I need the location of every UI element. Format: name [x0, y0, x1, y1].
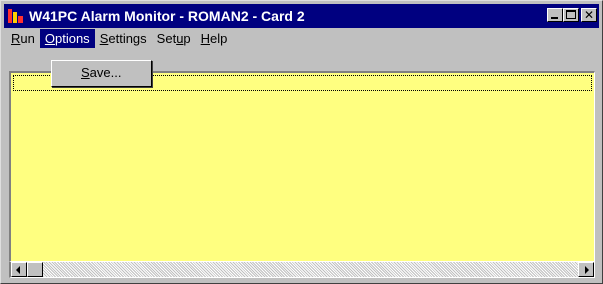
- arrow-right-icon: [585, 266, 589, 274]
- scroll-right-button[interactable]: [578, 262, 594, 277]
- menu-settings[interactable]: Settings: [95, 29, 152, 48]
- close-button[interactable]: ✕: [581, 8, 597, 22]
- alarm-list-area[interactable]: [9, 71, 595, 262]
- window-title: W41PC Alarm Monitor - ROMAN2 - Card 2: [29, 8, 305, 24]
- menu-item-save[interactable]: Save...: [54, 63, 149, 83]
- window-controls: ✕: [547, 8, 597, 22]
- menu-setup[interactable]: Setup: [152, 29, 196, 48]
- minimize-button[interactable]: [547, 8, 563, 22]
- minimize-icon: [551, 17, 558, 19]
- menu-options[interactable]: Options: [39, 29, 95, 48]
- maximize-button[interactable]: [563, 8, 579, 22]
- maximize-icon: [566, 10, 576, 19]
- close-icon: ✕: [583, 8, 595, 22]
- scroll-left-button[interactable]: [11, 262, 27, 277]
- title-bar[interactable]: W41PC Alarm Monitor - ROMAN2 - Card 2 ✕: [4, 4, 599, 28]
- scroll-thumb[interactable]: [27, 262, 43, 277]
- arrow-left-icon: [16, 266, 20, 274]
- options-dropdown-menu: Save...: [51, 60, 152, 87]
- menu-run[interactable]: Run: [6, 29, 40, 48]
- horizontal-scrollbar[interactable]: [9, 262, 595, 278]
- alarm-monitor-app-icon[interactable]: [7, 7, 25, 25]
- menu-help[interactable]: Help: [196, 29, 233, 48]
- menu-bar: Run Options Settings Setup Help: [4, 28, 599, 49]
